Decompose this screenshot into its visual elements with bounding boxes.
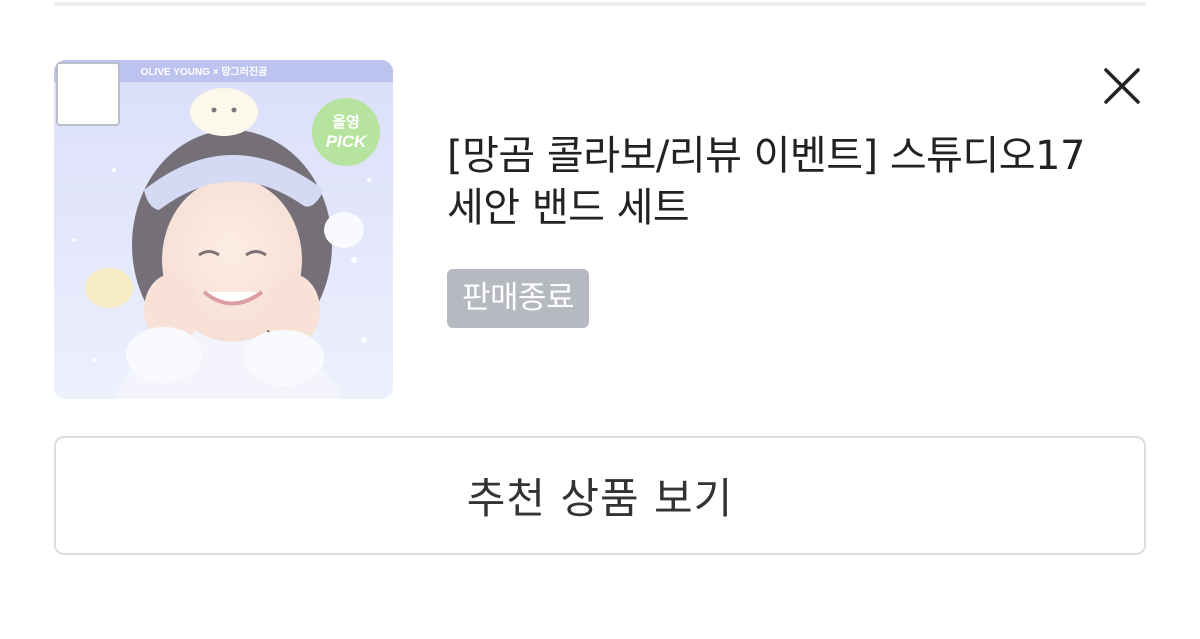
- recommend-products-button[interactable]: 추천 상품 보기: [54, 436, 1146, 555]
- sold-out-badge: 판매종료: [447, 269, 590, 328]
- close-button[interactable]: [1098, 62, 1146, 110]
- close-icon: [1104, 68, 1140, 104]
- top-divider: [54, 2, 1146, 6]
- product-title: [망곰 콜라보/리뷰 이벤트] 스튜디오17 세안 밴드 세트: [447, 133, 1085, 231]
- product-sheet: OLIVE YOUNG × 망그러진곰 올영 PICK [망곰 콜라보/리뷰 이…: [0, 0, 1200, 639]
- select-checkbox[interactable]: [56, 62, 120, 126]
